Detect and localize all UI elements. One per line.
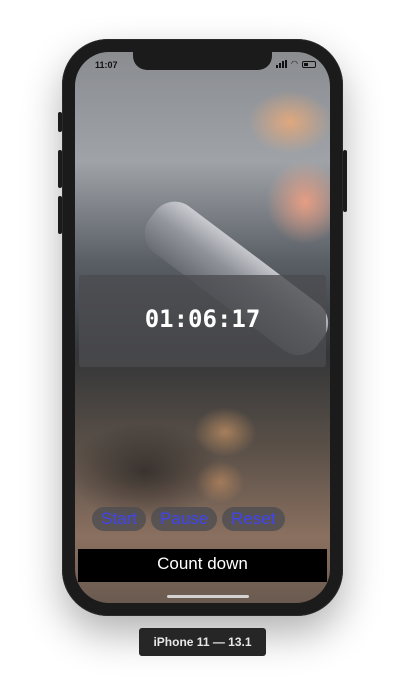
timer-panel: 01:06:17 (79, 275, 326, 367)
volume-up-button (58, 150, 62, 188)
app-screen: 11:07 ◠ 01:06:17 Start Pause Reset Count… (75, 52, 330, 603)
status-icons: ◠ (276, 60, 316, 68)
home-indicator[interactable] (167, 595, 249, 598)
status-time: 11:07 (95, 60, 118, 70)
power-button (343, 150, 347, 212)
device-label: iPhone 11 — 13.1 (139, 628, 266, 656)
battery-icon (302, 60, 316, 68)
mute-switch (58, 112, 62, 132)
wifi-icon: ◠ (291, 59, 298, 68)
volume-down-button (58, 196, 62, 234)
notch (133, 52, 272, 70)
timer-display: 01:06:17 (144, 305, 261, 333)
start-button[interactable]: Start (92, 507, 146, 531)
reset-button[interactable]: Reset (222, 507, 285, 531)
status-bar: 11:07 ◠ (75, 52, 330, 80)
signal-icon (276, 60, 288, 68)
timer-controls: Start Pause Reset (92, 507, 285, 531)
count-down-toggle[interactable]: Count down (78, 549, 327, 582)
pause-button[interactable]: Pause (150, 507, 218, 531)
